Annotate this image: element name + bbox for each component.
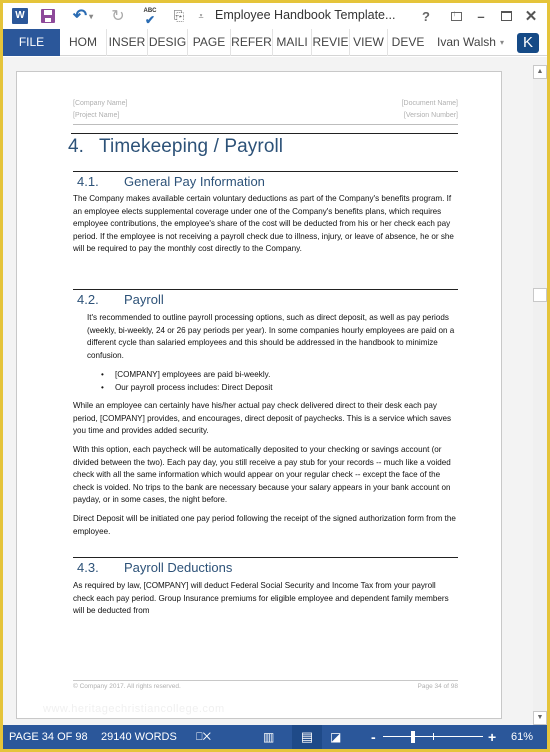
heading-title: Payroll [124, 292, 164, 307]
zoom-slider-center-tick [433, 733, 434, 740]
ribbon-display-icon [450, 9, 462, 21]
minimize-button[interactable]: – [471, 6, 491, 26]
help-icon: ? [422, 8, 430, 24]
word-window: W ↶ ▾ ↻ ABC ✔ ⎘ ⩡ Employee Handbook Templ… [3, 3, 547, 749]
customize-icon: ⩡ [198, 10, 204, 21]
avatar[interactable]: K [517, 33, 539, 53]
web-layout-icon[interactable]: ◪ [330, 725, 341, 749]
heading-2-rule [73, 171, 458, 172]
word-app-icon[interactable]: W [10, 6, 30, 26]
paragraph: With this option, each paycheck will be … [73, 445, 451, 505]
touch-mode-icon: ⎘ [173, 8, 185, 23]
title-bar: W ↶ ▾ ↻ ABC ✔ ⎘ ⩡ Employee Handbook Templ… [3, 3, 547, 29]
footer-divider [73, 680, 458, 681]
undo-icon: ↶ [72, 6, 88, 25]
tab-page-layout[interactable]: PAGE [188, 29, 231, 56]
status-bar: PAGE 34 OF 98 29140 WORDS ⎕✕ ▥ ▤ ◪ - + 6… [3, 725, 547, 749]
touch-mode-button[interactable]: ⎘ [169, 6, 189, 26]
zoom-in-button[interactable]: + [488, 725, 496, 749]
arrow-up-icon: ▲ [536, 68, 544, 75]
ribbon-display-options-button[interactable] [446, 6, 466, 26]
print-layout-icon[interactable]: ▤ [292, 725, 322, 749]
tab-home[interactable]: HOM [60, 29, 107, 56]
maximize-button[interactable] [496, 6, 516, 26]
close-button[interactable]: ✕ [521, 6, 541, 26]
scroll-thumb[interactable] [533, 288, 547, 302]
document-canvas: [Company Name] [Project Name] [Document … [3, 57, 547, 725]
header-project-name: [Project Name] [73, 112, 120, 119]
page-header-right: [Document Name] [Version Number] [402, 98, 458, 122]
list-item: Our payroll process includes: Direct Dep… [101, 381, 458, 394]
ribbon-tabs: FILE HOM INSER DESIG PAGE REFER MAILI RE… [3, 29, 547, 56]
heading-1-rule [71, 133, 458, 134]
footer-copyright: © Company 2017. All rights reserved. [73, 683, 181, 690]
save-icon [41, 9, 55, 23]
heading-title: Payroll Deductions [124, 560, 233, 575]
tab-view[interactable]: VIEW [350, 29, 388, 56]
heading-2-general-pay: 4.1. General Pay Information [77, 174, 265, 189]
paragraph: The Company makes available certain volu… [73, 194, 454, 254]
heading-2-rule [73, 557, 458, 558]
user-account-name[interactable]: Ivan Walsh [437, 29, 496, 56]
maximize-icon [500, 11, 512, 21]
zoom-level[interactable]: 61% [511, 725, 533, 749]
tab-mailings[interactable]: MAILI [273, 29, 312, 56]
tab-file[interactable]: FILE [3, 29, 60, 56]
heading-number: 4.2. [77, 292, 99, 307]
vertical-scrollbar[interactable]: ▲ ▼ [533, 65, 547, 725]
page-count-status[interactable]: PAGE 34 OF 98 [9, 725, 88, 749]
heading-1: 4. Timekeeping / Payroll [68, 136, 283, 158]
read-mode-icon[interactable]: ▥ [263, 725, 274, 749]
header-version-number: [Version Number] [403, 112, 458, 119]
heading-title: General Pay Information [124, 174, 265, 189]
tab-review[interactable]: REVIE [312, 29, 350, 56]
header-document-name: [Document Name] [401, 100, 458, 107]
heading-2-rule [73, 289, 458, 290]
heading-number: 4.3. [77, 560, 99, 575]
footer-page-number: Page 34 of 98 [417, 683, 458, 690]
heading-1-title: Timekeeping / Payroll [99, 136, 284, 157]
scroll-up-button[interactable]: ▲ [533, 65, 547, 79]
zoom-out-button[interactable]: - [371, 725, 376, 749]
arrow-down-icon: ▼ [536, 714, 544, 721]
close-icon: ✕ [524, 8, 538, 25]
paragraph: Direct Deposit will be initiated one pay… [73, 514, 456, 536]
redo-icon: ↻ [111, 8, 125, 25]
document-page[interactable]: [Company Name] [Project Name] [Document … [16, 71, 502, 719]
chevron-down-icon[interactable]: ▾ [500, 29, 504, 56]
word-count-status[interactable]: 29140 WORDS [101, 725, 177, 749]
heading-1-number: 4. [68, 136, 85, 157]
tab-developer[interactable]: DEVE [388, 29, 428, 56]
checkmark-icon: ✔ [144, 12, 156, 27]
list-item: [COMPANY] employees are paid bi-weekly. [101, 368, 458, 381]
heading-2-payroll-deductions: 4.3. Payroll Deductions [77, 560, 232, 575]
paragraph: While an employee can certainly have his… [73, 401, 452, 436]
heading-2-payroll: 4.2. Payroll [77, 292, 164, 307]
paragraph: It's recommended to outline payroll proc… [87, 313, 455, 360]
help-button[interactable]: ? [416, 6, 436, 26]
tab-insert[interactable]: INSER [107, 29, 148, 56]
page-header-left: [Company Name] [Project Name] [73, 98, 127, 122]
save-button[interactable] [39, 6, 57, 26]
scroll-down-button[interactable]: ▼ [533, 711, 547, 725]
zoom-slider-thumb[interactable] [411, 731, 415, 743]
header-divider [73, 124, 458, 125]
proofing-errors-icon[interactable]: ⎕✕ [196, 725, 211, 749]
tab-references[interactable]: REFER [231, 29, 273, 56]
customize-qat-button[interactable]: ⩡ [196, 6, 206, 26]
spelling-grammar-button[interactable]: ABC ✔ [139, 6, 161, 26]
redo-button[interactable]: ↻ [109, 6, 127, 26]
undo-dropdown-icon[interactable]: ▾ [89, 12, 93, 21]
undo-button[interactable]: ↶ ▾ [69, 6, 97, 26]
heading-number: 4.1. [77, 174, 99, 189]
tab-design[interactable]: DESIG [148, 29, 188, 56]
document-title: Employee Handbook Template... [215, 8, 396, 22]
minimize-icon: – [477, 8, 485, 24]
watermark-text: www.heritagechristiancollege.com [43, 703, 225, 715]
bullet-list: [COMPANY] employees are paid bi-weekly. … [101, 368, 458, 394]
header-company-name: [Company Name] [73, 100, 128, 107]
paragraph: As required by law, [COMPANY] will deduc… [73, 581, 449, 616]
